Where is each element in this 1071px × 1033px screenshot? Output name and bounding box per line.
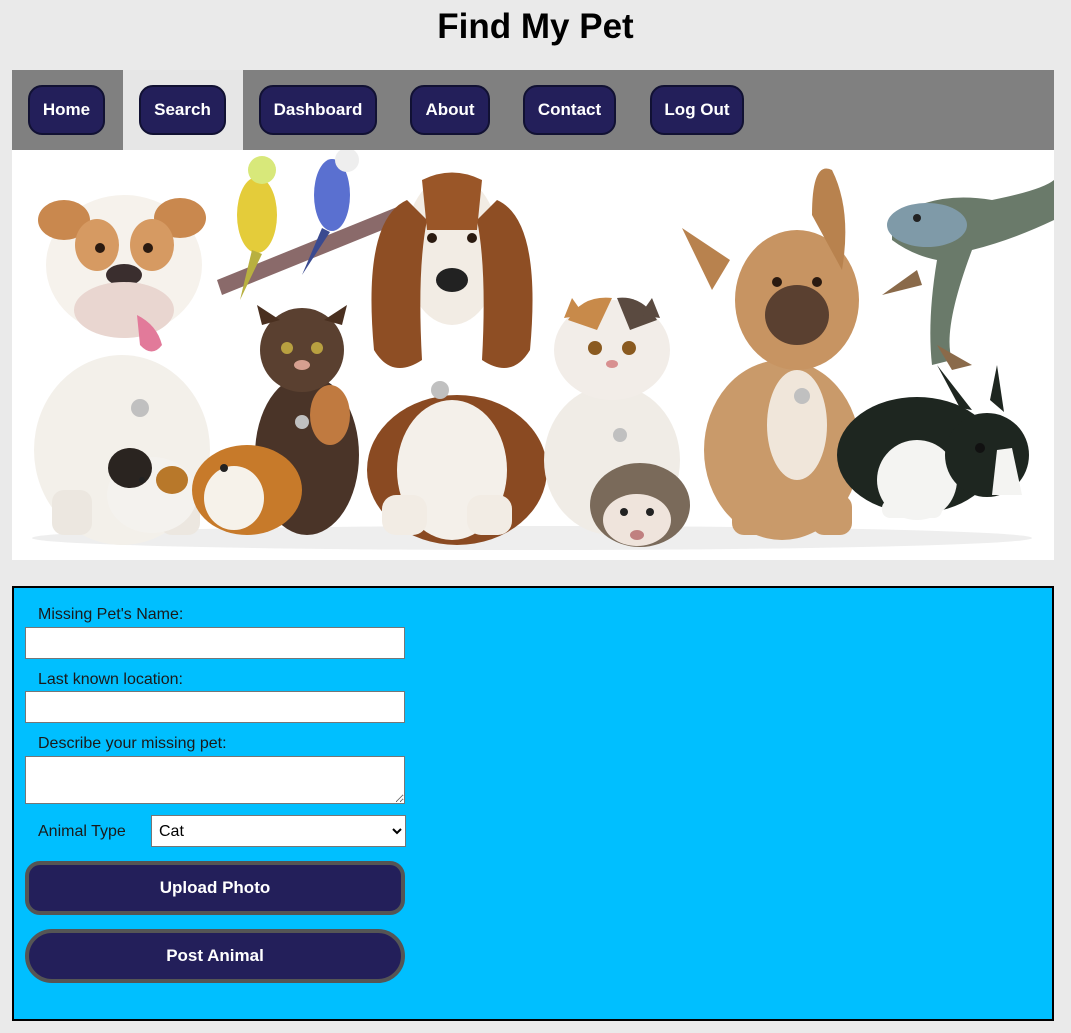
upload-photo-button[interactable]: Upload Photo: [25, 861, 405, 915]
nav-home-button[interactable]: Home: [28, 85, 105, 135]
nav-contact-button[interactable]: Contact: [523, 85, 616, 135]
description-textarea[interactable]: [25, 756, 405, 804]
animal-type-label: Animal Type: [38, 823, 126, 840]
location-input[interactable]: [25, 691, 405, 723]
nav-search-button[interactable]: Search: [139, 85, 226, 135]
pet-name-input[interactable]: [25, 627, 405, 659]
main-nav: Home Search Dashboard About Contact Log …: [12, 70, 1054, 150]
hedgehog: [590, 463, 690, 547]
description-label: Describe your missing pet:: [38, 735, 227, 752]
nav-dashboard-button[interactable]: Dashboard: [259, 85, 377, 135]
animal-type-select[interactable]: Cat: [151, 815, 406, 847]
post-animal-button[interactable]: Post Animal: [25, 929, 405, 983]
nav-logout-button[interactable]: Log Out: [650, 85, 744, 135]
pet-name-label: Missing Pet's Name:: [38, 606, 184, 623]
nav-about-button[interactable]: About: [410, 85, 490, 135]
missing-pet-form: Missing Pet's Name: Last known location:…: [12, 586, 1054, 1021]
hero-pets-image: [12, 150, 1054, 560]
page-title: Find My Pet: [437, 7, 634, 46]
location-label: Last known location:: [38, 671, 183, 688]
